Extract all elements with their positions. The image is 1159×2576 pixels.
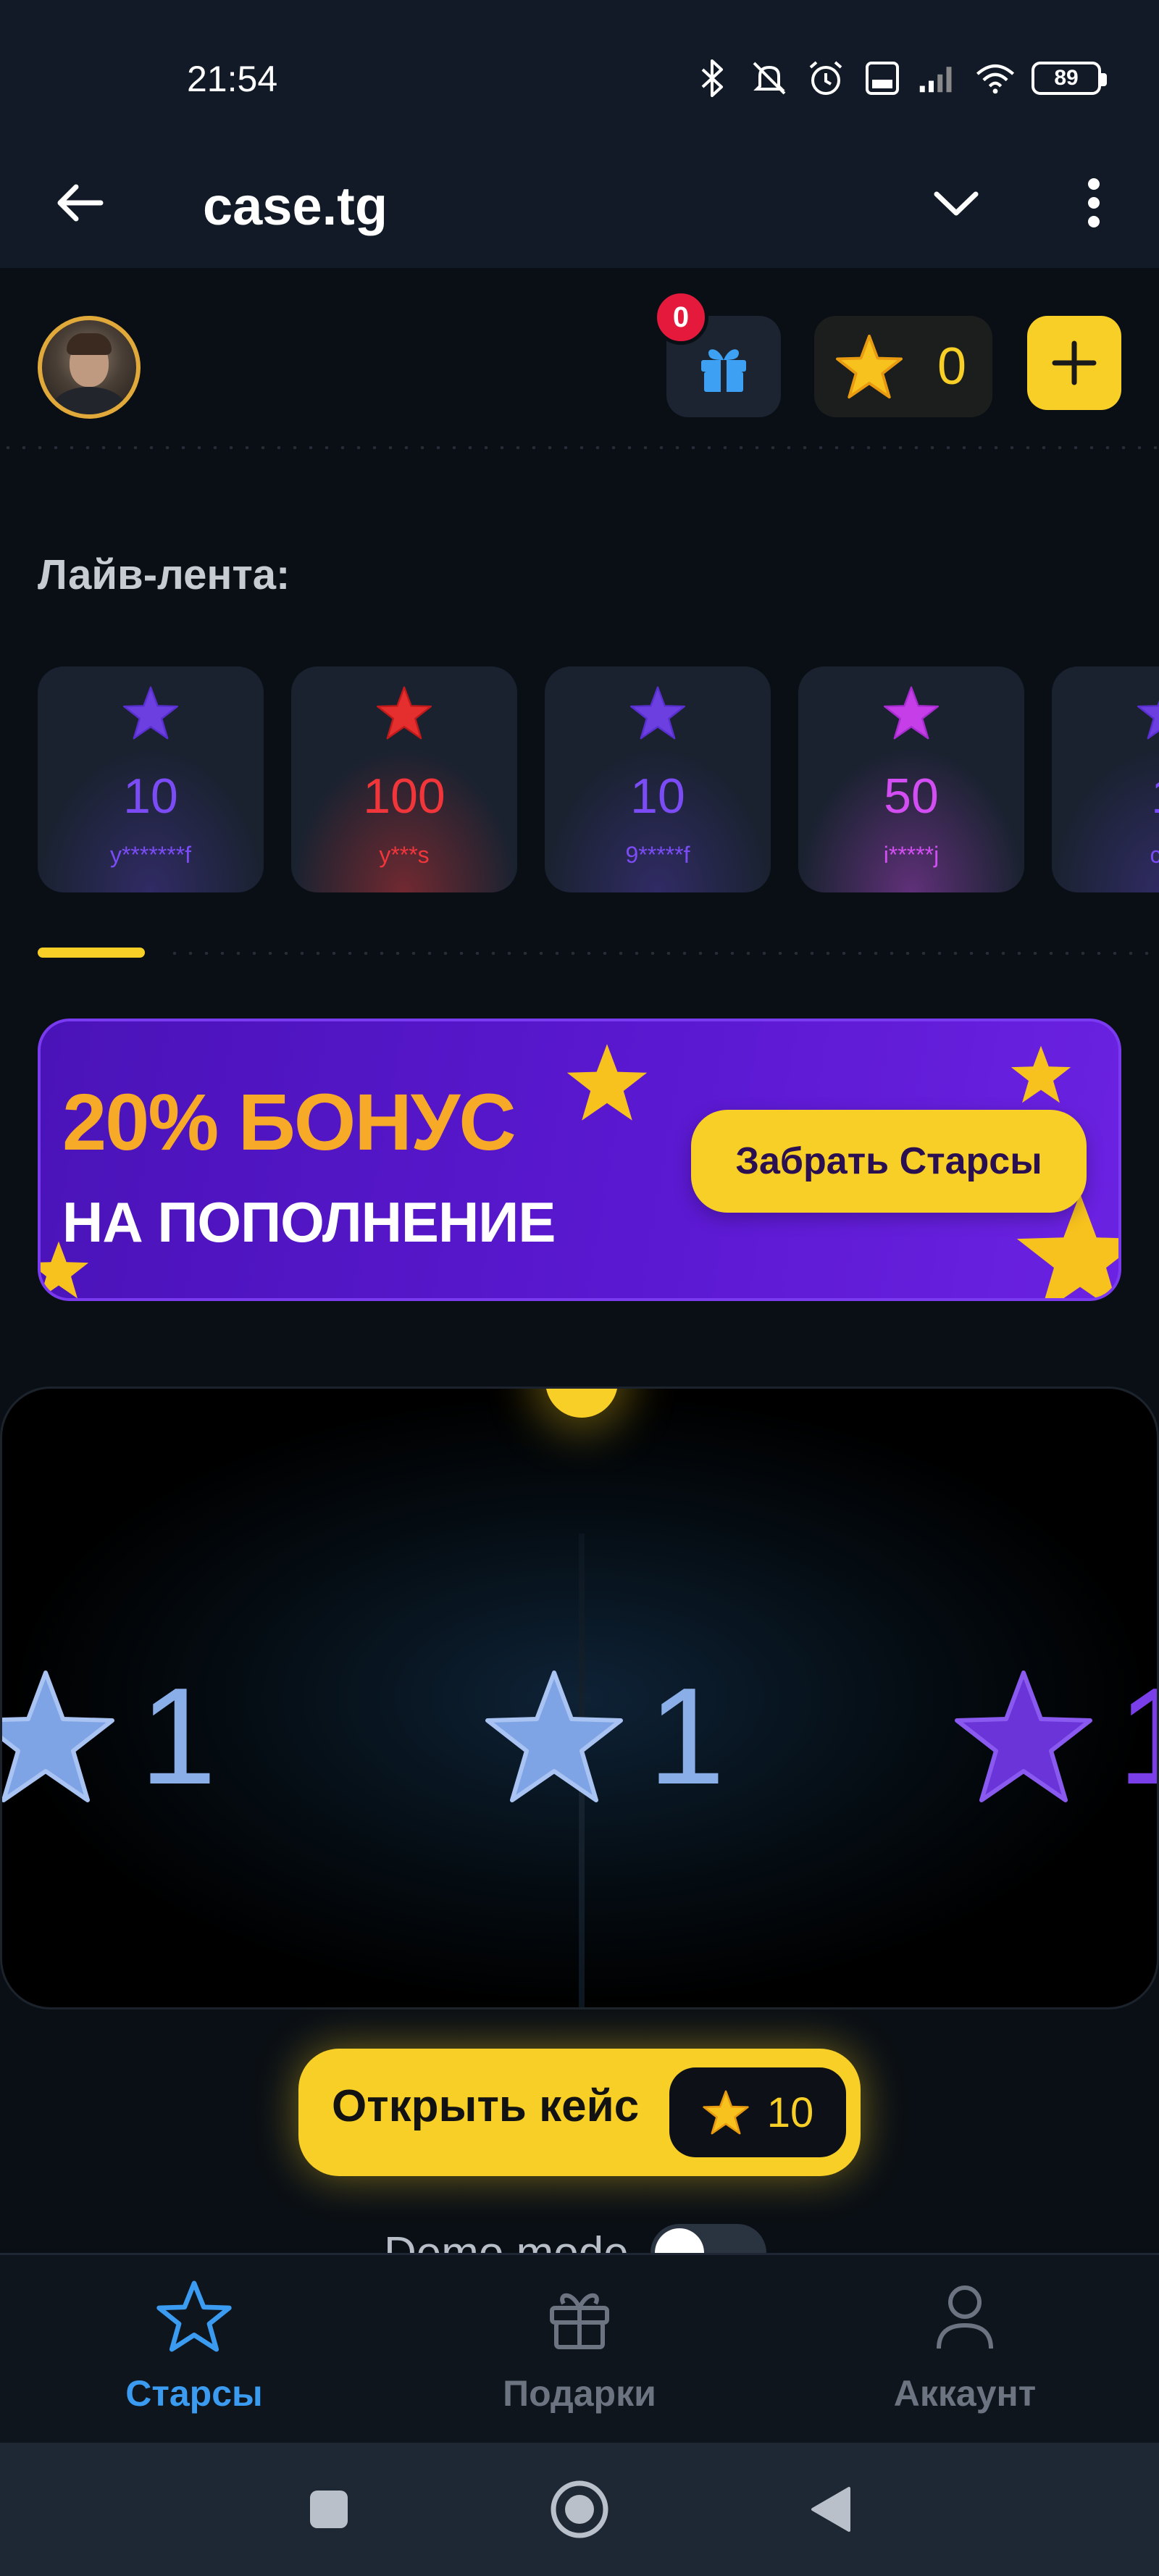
open-case-label: Открыть кейс: [332, 2081, 640, 2131]
stars-balance: 0: [814, 316, 992, 417]
star-icon: [835, 334, 903, 399]
avatar[interactable]: [38, 316, 141, 419]
claim-stars-button[interactable]: Забрать Старсы: [691, 1110, 1087, 1213]
mute-bell-icon: [749, 58, 790, 99]
demo-mode-toggle[interactable]: [650, 2224, 766, 2253]
gift-outline-icon: [540, 2277, 619, 2357]
roulette-item: 1: [951, 1657, 1157, 1816]
star-icon: [1137, 700, 1159, 740]
bonus-banner[interactable]: 20% БОНУС НА ПОПОЛНЕНИЕ Забрать Старсы: [38, 1019, 1121, 1301]
star-decoration-icon: [566, 1044, 648, 1121]
balance-value: 0: [937, 338, 966, 396]
top-up-button[interactable]: [1027, 316, 1121, 410]
live-feed-item[interactable]: 1 c**: [1052, 666, 1159, 892]
live-feed-user: y*******f: [109, 842, 192, 868]
live-feed-user: y***s: [379, 842, 430, 868]
triangle-back-icon: [811, 2487, 850, 2532]
star-icon: [377, 686, 432, 740]
live-feed-item[interactable]: 10 y*******f: [38, 666, 264, 892]
roulette-item: 1: [2, 1657, 217, 1816]
nav-tab-label: Подарки: [503, 2373, 656, 2414]
signal-icon: [919, 58, 959, 99]
plus-icon: [1052, 340, 1097, 385]
live-feed-title: Лайв-лента:: [38, 551, 290, 598]
nav-tab-label: Аккаунт: [893, 2373, 1037, 2414]
star-icon: [955, 1670, 1092, 1802]
arrow-left-icon: [57, 184, 104, 222]
roulette-item-value: 1: [648, 1660, 725, 1813]
star-icon: [884, 686, 939, 740]
chevron-down-icon: [934, 191, 979, 216]
wifi-icon: [975, 58, 1016, 99]
nav-tab-account[interactable]: Аккаунт: [849, 2277, 1081, 2422]
divider: [167, 952, 1159, 955]
live-feed-item[interactable]: 50 i*****j: [798, 666, 1024, 892]
nav-tab-gifts[interactable]: Подарки: [464, 2277, 695, 2422]
feed-scroll-indicator: [38, 948, 145, 958]
status-bar: 21:54 89: [0, 0, 1159, 138]
live-feed-user: c**: [1150, 842, 1159, 868]
more-vertical-icon: [1088, 178, 1100, 227]
back-button[interactable]: [43, 167, 116, 239]
system-back-button[interactable]: [792, 2472, 868, 2547]
nav-tab-label: Старсы: [125, 2373, 263, 2414]
divider: [0, 446, 1159, 449]
star-icon: [630, 686, 685, 740]
bottom-navigation: Старсы Подарки Аккаунт: [0, 2253, 1159, 2443]
live-feed-amount: 1: [1052, 768, 1159, 824]
live-feed: 10 y*******f 100 y***s 10 9*****f 50 i**…: [38, 666, 1159, 898]
live-feed-user: i*****j: [883, 842, 940, 868]
live-feed-item[interactable]: 100 y***s: [291, 666, 517, 892]
gift-count-badge: 0: [653, 290, 708, 345]
roulette-item-value: 1: [1118, 1668, 1157, 1805]
demo-mode-row: Demo mode: [384, 2224, 766, 2253]
star-decoration-icon: [1011, 1045, 1071, 1103]
live-feed-amount: 50: [884, 769, 939, 824]
bluetooth-icon: [693, 58, 733, 99]
app-title: case.tg: [203, 176, 388, 236]
volte-icon: [862, 58, 903, 99]
app-bar: case.tg: [0, 138, 1159, 268]
star-outline-icon: [154, 2277, 234, 2357]
roulette-item-value: 1: [140, 1660, 217, 1813]
live-feed-amount: 10: [123, 769, 178, 824]
home-button[interactable]: [542, 2472, 617, 2547]
live-feed-user: 9*****f: [625, 842, 690, 868]
status-time: 21:54: [187, 59, 278, 99]
demo-mode-label: Demo mode: [384, 2228, 629, 2254]
battery-level: 89: [1054, 66, 1079, 90]
star-icon: [703, 2090, 749, 2135]
case-price-value: 10: [766, 2088, 814, 2136]
more-menu-button[interactable]: [1058, 167, 1130, 239]
nav-tab-stars[interactable]: Старсы: [78, 2277, 310, 2422]
user-icon: [925, 2277, 1005, 2357]
banner-headline: 20% БОНУС: [62, 1078, 516, 1167]
gift-icon: [701, 349, 746, 392]
recents-button[interactable]: [291, 2472, 367, 2547]
main-content: 0 0 Лайв-лента: 10 y*******f 100 y***s 1…: [0, 268, 1159, 2253]
collapse-button[interactable]: [920, 167, 992, 239]
roulette-item: 1: [482, 1657, 725, 1816]
star-icon: [485, 1670, 623, 1802]
live-feed-amount: 100: [363, 769, 445, 824]
alarm-icon: [806, 58, 846, 99]
battery-indicator: 89: [1032, 62, 1107, 95]
roulette-pointer: [545, 1389, 618, 1418]
square-icon: [310, 2491, 348, 2528]
case-price: 10: [669, 2067, 846, 2157]
status-icons: 89: [693, 58, 1107, 99]
star-icon: [2, 1670, 114, 1802]
system-navigation-bar: [0, 2443, 1159, 2576]
banner-subheadline: НА ПОПОЛНЕНИЕ: [62, 1190, 556, 1254]
case-roulette: 1 1 1: [0, 1387, 1159, 2010]
live-feed-item[interactable]: 10 9*****f: [545, 666, 771, 892]
home-circle-icon: [551, 2480, 608, 2538]
live-feed-amount: 10: [630, 769, 685, 824]
star-icon: [123, 686, 178, 740]
open-case-button[interactable]: Открыть кейс 10: [298, 2049, 861, 2176]
